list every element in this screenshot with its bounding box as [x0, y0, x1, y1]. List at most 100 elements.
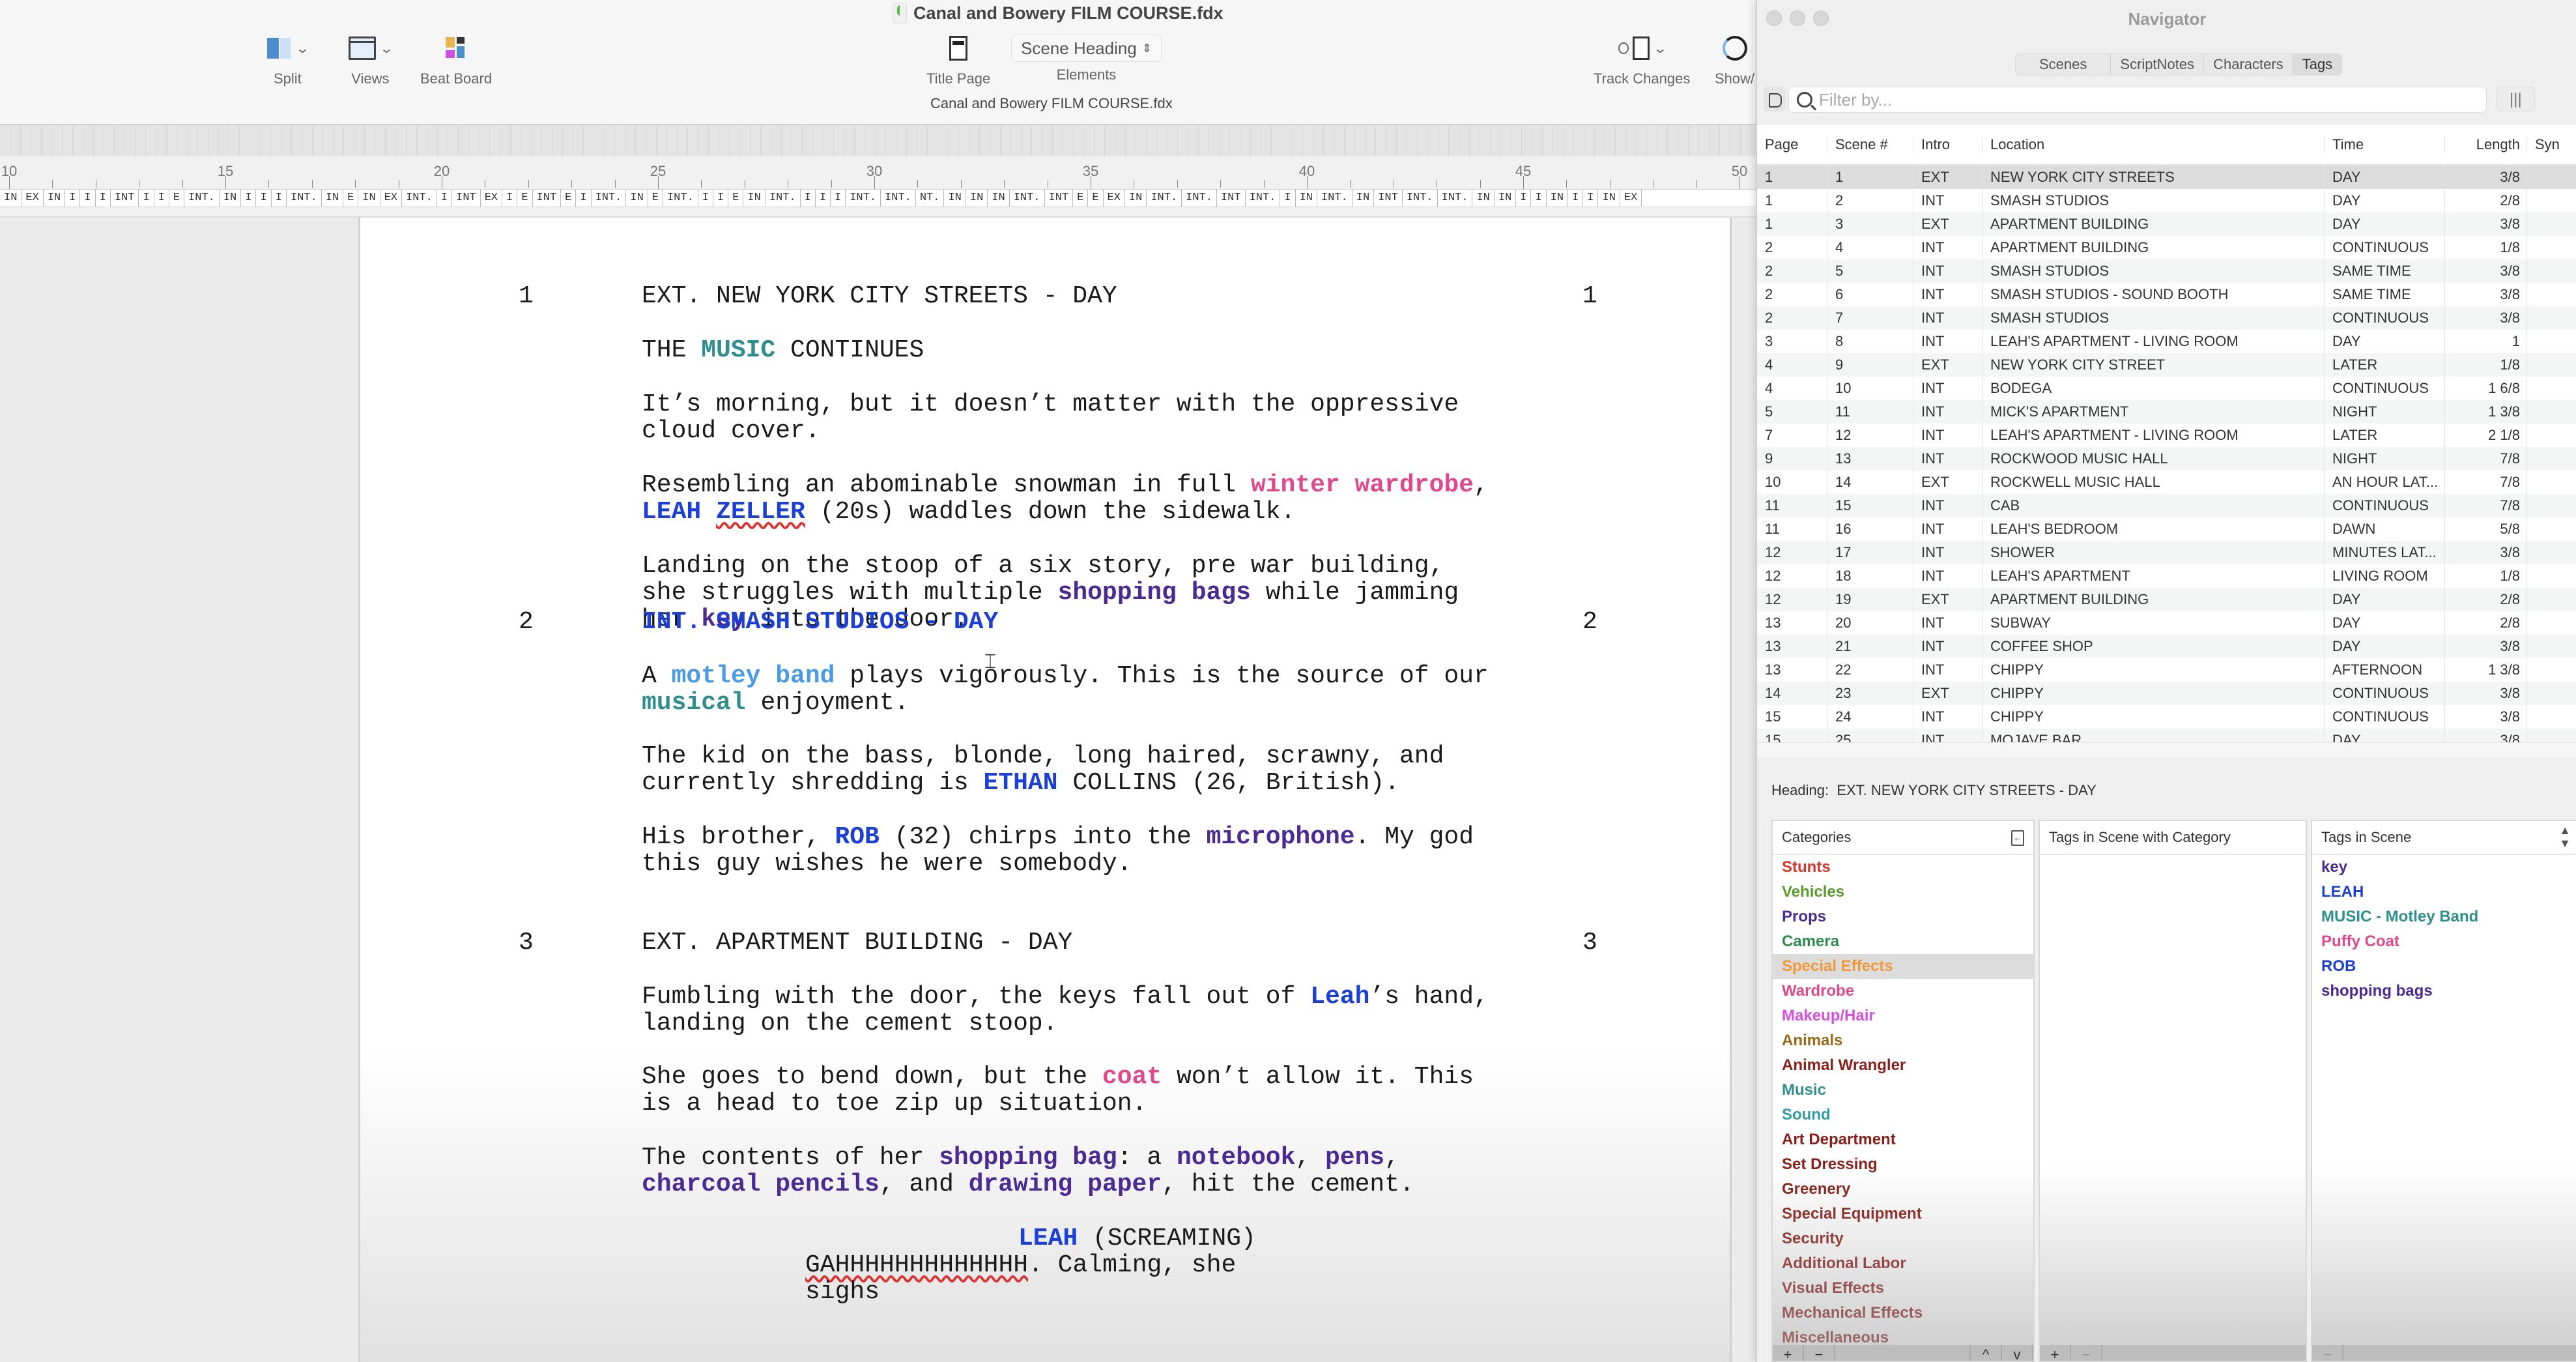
- scene-strip-item[interactable]: E: [1073, 190, 1089, 207]
- ruler[interactable]: 1015202530354045505560657075808590 INEXI…: [0, 156, 2562, 218]
- category-item[interactable]: Camera: [1773, 929, 2033, 954]
- tab-tags[interactable]: Tags: [2293, 54, 2342, 75]
- scene-strip-item[interactable]: EX: [380, 190, 403, 207]
- scene-strip-item[interactable]: IN: [322, 190, 344, 207]
- scene-strip-item[interactable]: I: [241, 190, 257, 207]
- scene-strip-item[interactable]: IN: [1598, 190, 1620, 207]
- scene-strip-item[interactable]: IN: [988, 190, 1010, 207]
- category-item[interactable]: Special Equipment: [1773, 1202, 2033, 1226]
- scene-strip-item[interactable]: INT.: [766, 190, 801, 207]
- scene-heading[interactable]: EXT. NEW YORK CITY STREETS - DAY: [642, 283, 1567, 310]
- action-paragraph[interactable]: The contents of her shopping bag: a note…: [642, 1144, 1567, 1198]
- add-tag-button[interactable]: +: [2040, 1345, 2071, 1361]
- table-row[interactable]: 2 4 INT APARTMENT BUILDING CONTINUOUS 1/8: [1757, 236, 2576, 259]
- tagged-element[interactable]: drawing paper: [969, 1170, 1162, 1198]
- split-button[interactable]: ⌄ Split: [267, 34, 309, 87]
- scene-strip-item[interactable]: E: [517, 190, 533, 207]
- scene-strip-item[interactable]: I: [256, 190, 272, 207]
- tagged-element[interactable]: MUSIC: [701, 336, 775, 364]
- scene-strip-item[interactable]: INT.: [184, 190, 220, 207]
- scene-strip-item[interactable]: INT.: [287, 190, 322, 207]
- table-resize-handle[interactable]: [1757, 742, 2576, 757]
- category-item[interactable]: Makeup/Hair: [1773, 1004, 2033, 1028]
- scene-strip-item[interactable]: INT.: [1403, 190, 1438, 207]
- add-category-button[interactable]: +: [1773, 1345, 1804, 1361]
- category-item[interactable]: Set Dressing: [1773, 1152, 2033, 1177]
- table-row[interactable]: 11 15 INT CAB CONTINUOUS 7/8: [1757, 494, 2576, 517]
- scene-strip[interactable]: IN EX IN I I I INT I I E INT. IN I I I INT. IN E IN EX INT. I…: [0, 189, 1759, 207]
- scene-strip-item[interactable]: I: [272, 190, 287, 207]
- scene-tag-item[interactable]: MUSIC - Motley Band: [2312, 905, 2576, 929]
- scene-strip-item[interactable]: I: [576, 190, 592, 207]
- table-row[interactable]: 11 16 INT LEAH'S BEDROOM DAWN 5/8: [1757, 517, 2576, 541]
- action-paragraph[interactable]: It’s morning, but it doesn’t matter with…: [642, 391, 1567, 444]
- action-paragraph[interactable]: THE MUSIC CONTINUES: [642, 337, 1567, 364]
- move-down-button[interactable]: v: [2002, 1345, 2033, 1361]
- scene-strip-item[interactable]: E: [728, 190, 744, 207]
- table-row[interactable]: 12 19 EXT APARTMENT BUILDING DAY 2/8: [1757, 588, 2576, 611]
- scene-strip-item[interactable]: EX: [21, 190, 44, 207]
- scene-strip-item[interactable]: IN: [1125, 190, 1147, 207]
- table-row[interactable]: 2 6 INT SMASH STUDIOS - SOUND BOOTH SAME TIM…: [1757, 283, 2576, 306]
- tagged-element[interactable]: shopping bags: [1058, 579, 1251, 607]
- scene-strip-item[interactable]: EX: [481, 190, 503, 207]
- table-row[interactable]: 13 22 INT CHIPPY AFTERNOON 1 3/8: [1757, 658, 2576, 682]
- scene-strip-item[interactable]: IN: [220, 190, 242, 207]
- scene-strip-item[interactable]: INT.: [1317, 190, 1352, 207]
- scene-strip-item[interactable]: IN: [944, 190, 966, 207]
- scene-heading[interactable]: EXT. APARTMENT BUILDING - DAY: [642, 929, 1567, 956]
- scene-strip-item[interactable]: INT.: [881, 190, 916, 207]
- scene-strip-item[interactable]: INT.: [402, 190, 437, 207]
- scene-strip-item[interactable]: I: [502, 190, 518, 207]
- scene-strip-item[interactable]: IN: [0, 190, 22, 207]
- scene-strip-item[interactable]: EX: [1620, 190, 1642, 207]
- category-item[interactable]: Animals: [1773, 1028, 2033, 1053]
- scene-strip-item[interactable]: IN: [1352, 190, 1375, 207]
- category-item[interactable]: Additional Labor: [1773, 1251, 2033, 1276]
- action-paragraph[interactable]: The kid on the bass, blonde, long haired…: [642, 743, 1567, 796]
- table-row[interactable]: 12 18 INT LEAH'S APARTMENT LIVING ROOM 1/8: [1757, 564, 2576, 588]
- show-hide-button[interactable]: Show/: [1715, 34, 1754, 87]
- category-item[interactable]: Mechanical Effects: [1773, 1301, 2033, 1326]
- table-row[interactable]: 10 14 EXT ROCKWELL MUSIC HALL AN HOUR LAT...…: [1757, 471, 2576, 494]
- title-page-button[interactable]: Title Page: [926, 34, 990, 87]
- remove-tag-button[interactable]: −: [2071, 1345, 2102, 1361]
- table-row[interactable]: 2 5 INT SMASH STUDIOS SAME TIME 3/8: [1757, 259, 2576, 283]
- action-paragraph[interactable]: Fumbling with the door, the keys fall ou…: [642, 983, 1567, 1037]
- character-name[interactable]: LEAH: [1018, 1224, 1078, 1253]
- scene-strip-item[interactable]: I: [154, 190, 169, 207]
- scene-strip-item[interactable]: I: [65, 190, 81, 207]
- scene-strip-item[interactable]: I: [437, 190, 453, 207]
- scene-strip-item[interactable]: E: [169, 190, 185, 207]
- scene-strip-item[interactable]: I: [713, 190, 729, 207]
- table-row[interactable]: 5 11 INT MICK'S APARTMENT NIGHT 1 3/8: [1757, 400, 2576, 424]
- move-up-button[interactable]: ^: [1971, 1345, 2002, 1361]
- sort-icon[interactable]: ▲ ▼: [2559, 824, 2571, 850]
- scene-strip-item[interactable]: INT: [1217, 190, 1246, 207]
- tagged-element[interactable]: motley band: [672, 662, 835, 690]
- category-item[interactable]: Greenery: [1773, 1177, 2033, 1202]
- scene-strip-item[interactable]: INT.: [1438, 190, 1473, 207]
- scene-tag-item[interactable]: LEAH: [2312, 880, 2576, 905]
- scene-strip-item[interactable]: INT.: [846, 190, 881, 207]
- scene-strip-item[interactable]: I: [1280, 190, 1296, 207]
- tagged-element[interactable]: Leah: [1310, 983, 1369, 1011]
- scene-strip-item[interactable]: INT.: [592, 190, 627, 207]
- scene-strip-item[interactable]: NT.: [916, 190, 945, 207]
- column-header-page[interactable]: Page: [1757, 136, 1827, 153]
- column-header-scene[interactable]: Scene #: [1827, 136, 1913, 153]
- track-changes-button[interactable]: ⌄ Track Changes: [1594, 34, 1690, 87]
- scene-strip-item[interactable]: I: [139, 190, 154, 207]
- scene-strip-item[interactable]: IN: [966, 190, 988, 207]
- table-row[interactable]: 13 21 INT COFFEE SHOP DAY 3/8: [1757, 635, 2576, 658]
- table-row[interactable]: 13 20 INT SUBWAY DAY 2/8: [1757, 611, 2576, 635]
- category-item[interactable]: Music: [1773, 1078, 2033, 1103]
- action-paragraph[interactable]: A motley band plays vigorously. This is …: [642, 663, 1567, 716]
- scene-tag-item[interactable]: shopping bags: [2312, 979, 2576, 1004]
- action-paragraph[interactable]: She goes to bend down, but the coat won’…: [642, 1064, 1567, 1117]
- scene-strip-item[interactable]: E: [343, 190, 359, 207]
- tag-icon[interactable]: [1764, 87, 1786, 111]
- tagged-element[interactable]: LEAH: [642, 498, 701, 526]
- category-item[interactable]: Special Effects: [1773, 954, 2033, 979]
- scene-strip-item[interactable]: IN: [1472, 190, 1495, 207]
